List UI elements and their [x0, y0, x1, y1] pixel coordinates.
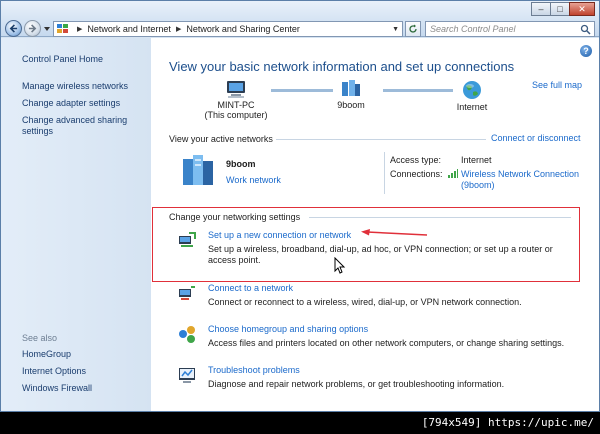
task-title[interactable]: Choose homegroup and sharing options: [208, 324, 368, 334]
task-troubleshoot[interactable]: Troubleshoot problems Diagnose and repai…: [177, 365, 577, 393]
homegroup-link[interactable]: HomeGroup: [22, 349, 142, 360]
see-also-label: See also: [22, 333, 58, 343]
maximize-button[interactable]: □: [550, 2, 570, 16]
network-location-link[interactable]: Work network: [226, 175, 281, 185]
control-panel-window: – □ ✕ ▶ Network and Internet ▶ Network a…: [0, 0, 600, 412]
address-toolbar: – □ ✕ ▶ Network and Internet ▶ Network a…: [1, 1, 599, 37]
map-computer-node[interactable]: MINT-PC (This computer): [203, 80, 269, 120]
refresh-button[interactable]: [405, 21, 421, 37]
homegroup-icon: [179, 326, 195, 343]
change-adapter-settings-link[interactable]: Change adapter settings: [22, 98, 142, 109]
change-advanced-sharing-link[interactable]: Change advanced sharing settings: [22, 115, 142, 137]
wireless-connection-ssid[interactable]: (9boom): [461, 180, 495, 190]
network-name: 9boom: [337, 100, 365, 110]
vertical-divider: [384, 152, 385, 194]
back-arrow-icon: [9, 24, 18, 33]
wireless-connection-link[interactable]: Wireless Network Connection: [461, 169, 579, 179]
connections-label: Connections:: [390, 169, 443, 179]
caption-buttons: – □ ✕: [531, 2, 595, 16]
map-network-node[interactable]: 9boom: [331, 80, 371, 110]
page-title: View your basic network information and …: [169, 59, 515, 74]
close-button[interactable]: ✕: [569, 2, 595, 16]
task-description: Connect or reconnect to a wireless, wire…: [208, 297, 522, 307]
computer-icon: [227, 81, 245, 98]
task-title[interactable]: Connect to a network: [208, 283, 293, 293]
access-type-label: Access type:: [390, 155, 442, 165]
troubleshoot-icon: [179, 368, 195, 383]
breadcrumb-network-internet[interactable]: Network and Internet: [87, 24, 171, 34]
section-divider: [309, 217, 571, 218]
globe-icon: [463, 81, 481, 99]
task-connect-network[interactable]: Connect to a network Connect or reconnec…: [177, 283, 577, 311]
minimize-button[interactable]: –: [531, 2, 551, 16]
computer-subtitle: (This computer): [204, 110, 268, 120]
section-divider: [276, 139, 486, 140]
mouse-cursor-icon: [334, 257, 346, 274]
see-full-map-link[interactable]: See full map: [532, 80, 582, 90]
network-icon: [342, 80, 360, 96]
back-button[interactable]: [5, 20, 22, 37]
recent-pages-dropdown-icon[interactable]: [43, 25, 51, 33]
map-link-line: [271, 89, 333, 92]
task-title[interactable]: Set up a new connection or network: [208, 230, 351, 240]
control-panel-home-link[interactable]: Control Panel Home: [22, 54, 142, 65]
task-homegroup-sharing[interactable]: Choose homegroup and sharing options Acc…: [177, 324, 577, 352]
address-dropdown-icon[interactable]: ▼: [392, 26, 399, 33]
task-description: Diagnose and repair network problems, or…: [208, 379, 505, 389]
task-description: Set up a wireless, broadband, dial-up, a…: [208, 244, 553, 265]
connect-or-disconnect-link[interactable]: Connect or disconnect: [491, 133, 581, 143]
breadcrumb-separator-icon[interactable]: ▶: [77, 25, 82, 33]
change-settings-header: Change your networking settings: [169, 212, 301, 222]
breadcrumb-network-sharing-center[interactable]: Network and Sharing Center: [186, 24, 300, 34]
setup-connection-icon: [179, 232, 196, 247]
address-bar[interactable]: ▶ Network and Internet ▶ Network and Sha…: [53, 21, 403, 37]
active-network-icon: [183, 155, 213, 185]
access-type-value: Internet: [461, 155, 492, 165]
task-title[interactable]: Troubleshoot problems: [208, 365, 300, 375]
task-description: Access files and printers located on oth…: [208, 338, 565, 348]
active-network-name: 9boom: [226, 159, 256, 169]
watermark-text: [794x549] https://upic.me/: [421, 416, 594, 429]
help-icon[interactable]: ?: [580, 45, 592, 57]
wireless-signal-icon: [448, 169, 458, 178]
map-link-line: [383, 89, 453, 92]
map-internet-node[interactable]: Internet: [447, 80, 497, 112]
search-placeholder: Search Control Panel: [430, 24, 516, 34]
left-navigation-pane: Control Panel Home Manage wireless netwo…: [1, 38, 151, 411]
active-networks-header: View your active networks: [169, 134, 273, 144]
internet-label: Internet: [456, 102, 488, 112]
breadcrumb-separator-icon[interactable]: ▶: [176, 25, 181, 33]
computer-name: MINT-PC: [217, 100, 255, 110]
search-icon[interactable]: [580, 24, 591, 35]
connect-network-icon: [179, 286, 195, 300]
image-watermark: [794x549] https://upic.me/: [0, 412, 600, 434]
forward-button[interactable]: [24, 20, 41, 37]
forward-arrow-icon: [28, 24, 37, 33]
windows-firewall-link[interactable]: Windows Firewall: [22, 383, 142, 394]
annotation-arrow-icon: [361, 229, 428, 236]
main-content-pane: ? View your basic network information an…: [151, 38, 599, 411]
internet-options-link[interactable]: Internet Options: [22, 366, 142, 377]
search-input[interactable]: Search Control Panel: [425, 21, 595, 37]
manage-wireless-networks-link[interactable]: Manage wireless networks: [22, 81, 142, 92]
control-panel-icon: [57, 24, 68, 33]
refresh-icon: [409, 24, 417, 33]
